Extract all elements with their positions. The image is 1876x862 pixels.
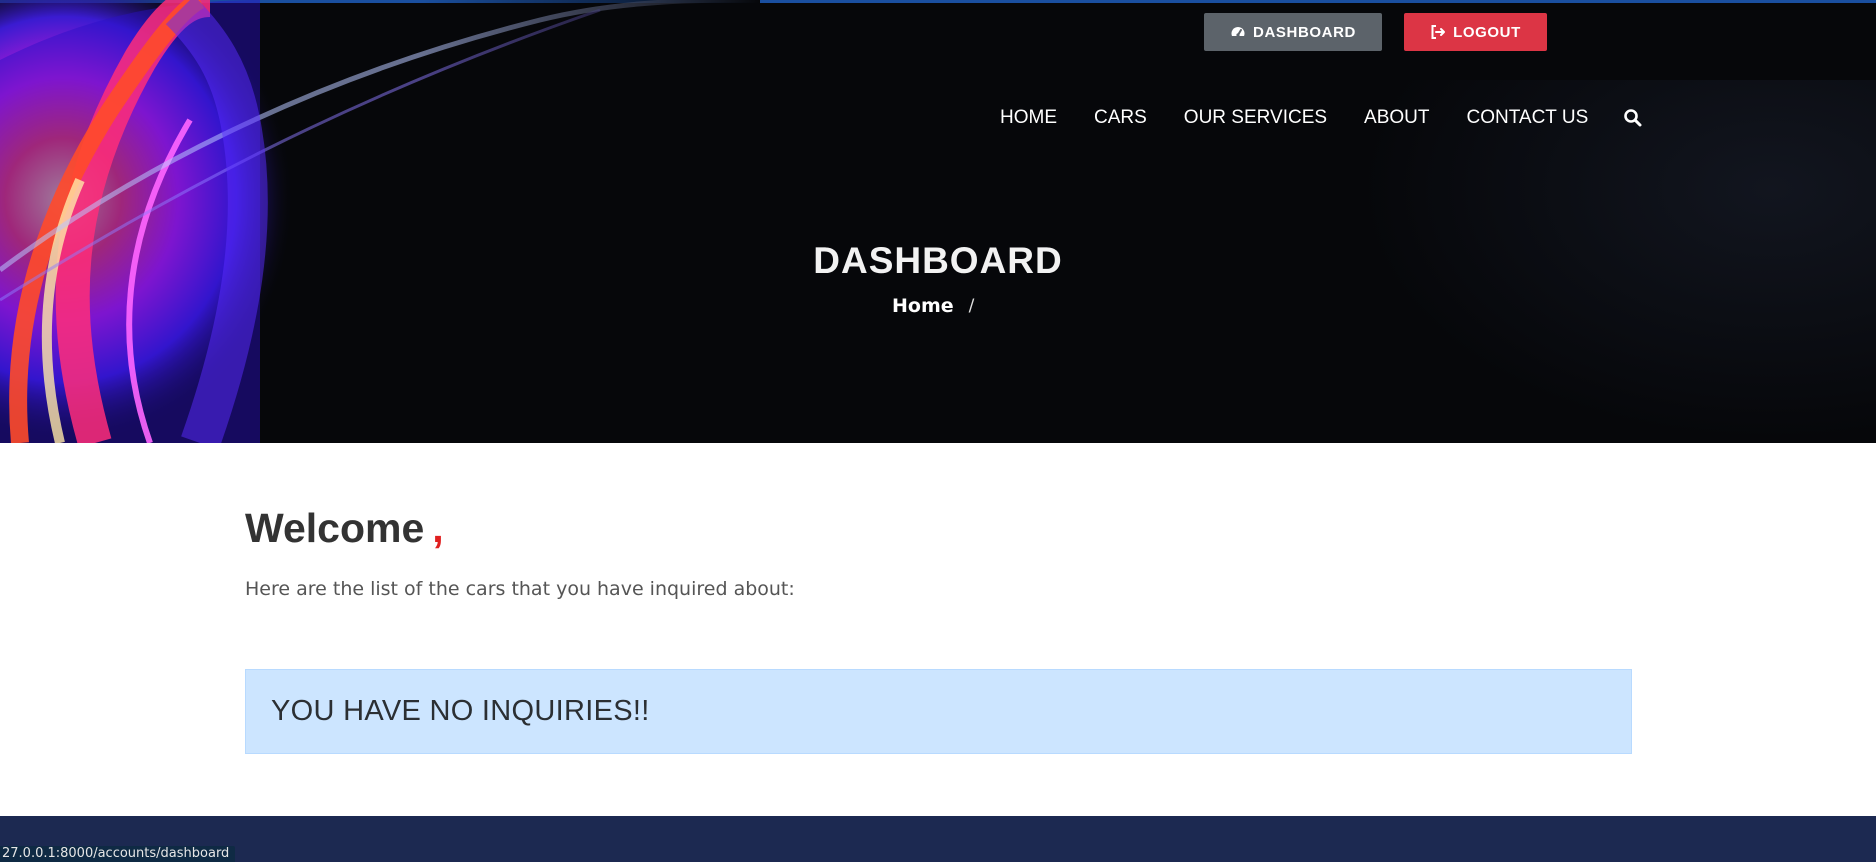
welcome-text: Welcome	[245, 505, 425, 551]
abstract-swirl-artwork	[0, 0, 760, 443]
nav-item-contact-us[interactable]: CONTACT US	[1467, 107, 1589, 129]
dashboard-button-label: DASHBOARD	[1253, 23, 1356, 41]
breadcrumb: Home /	[892, 295, 974, 317]
search-icon[interactable]	[1623, 108, 1643, 128]
logout-button-label: LOGOUT	[1453, 23, 1521, 41]
welcome-comma: ,	[432, 505, 444, 551]
no-inquiries-alert: YOU HAVE NO INQUIRIES!!	[245, 669, 1632, 754]
breadcrumb-separator: /	[968, 296, 975, 316]
nav-item-about[interactable]: ABOUT	[1364, 107, 1429, 129]
welcome-heading: Welcome,	[245, 505, 444, 552]
dashboard-gauge-icon	[1230, 24, 1246, 40]
breadcrumb-home-link[interactable]: Home	[892, 295, 954, 317]
no-inquiries-message: YOU HAVE NO INQUIRIES!!	[271, 695, 650, 727]
nav-item-home[interactable]: HOME	[1000, 107, 1057, 129]
nav-item-our-services[interactable]: OUR SERVICES	[1184, 107, 1327, 129]
page-title: DASHBOARD	[813, 240, 1063, 281]
sign-out-icon	[1430, 24, 1446, 40]
status-bar-url: 27.0.0.1:8000/accounts/dashboard	[0, 846, 236, 862]
inquiries-intro-text: Here are the list of the cars that you h…	[245, 578, 795, 600]
dashboard-button[interactable]: DASHBOARD	[1204, 13, 1382, 51]
logout-button[interactable]: LOGOUT	[1404, 13, 1547, 51]
main-navigation: HOME CARS OUR SERVICES ABOUT CONTACT US	[1000, 105, 1643, 131]
hero-banner: DASHBOARD LOGOUT HOME CARS OUR SERVICES …	[0, 0, 1876, 443]
nav-item-cars[interactable]: CARS	[1094, 107, 1147, 129]
footer: 27.0.0.1:8000/accounts/dashboard	[0, 816, 1876, 862]
